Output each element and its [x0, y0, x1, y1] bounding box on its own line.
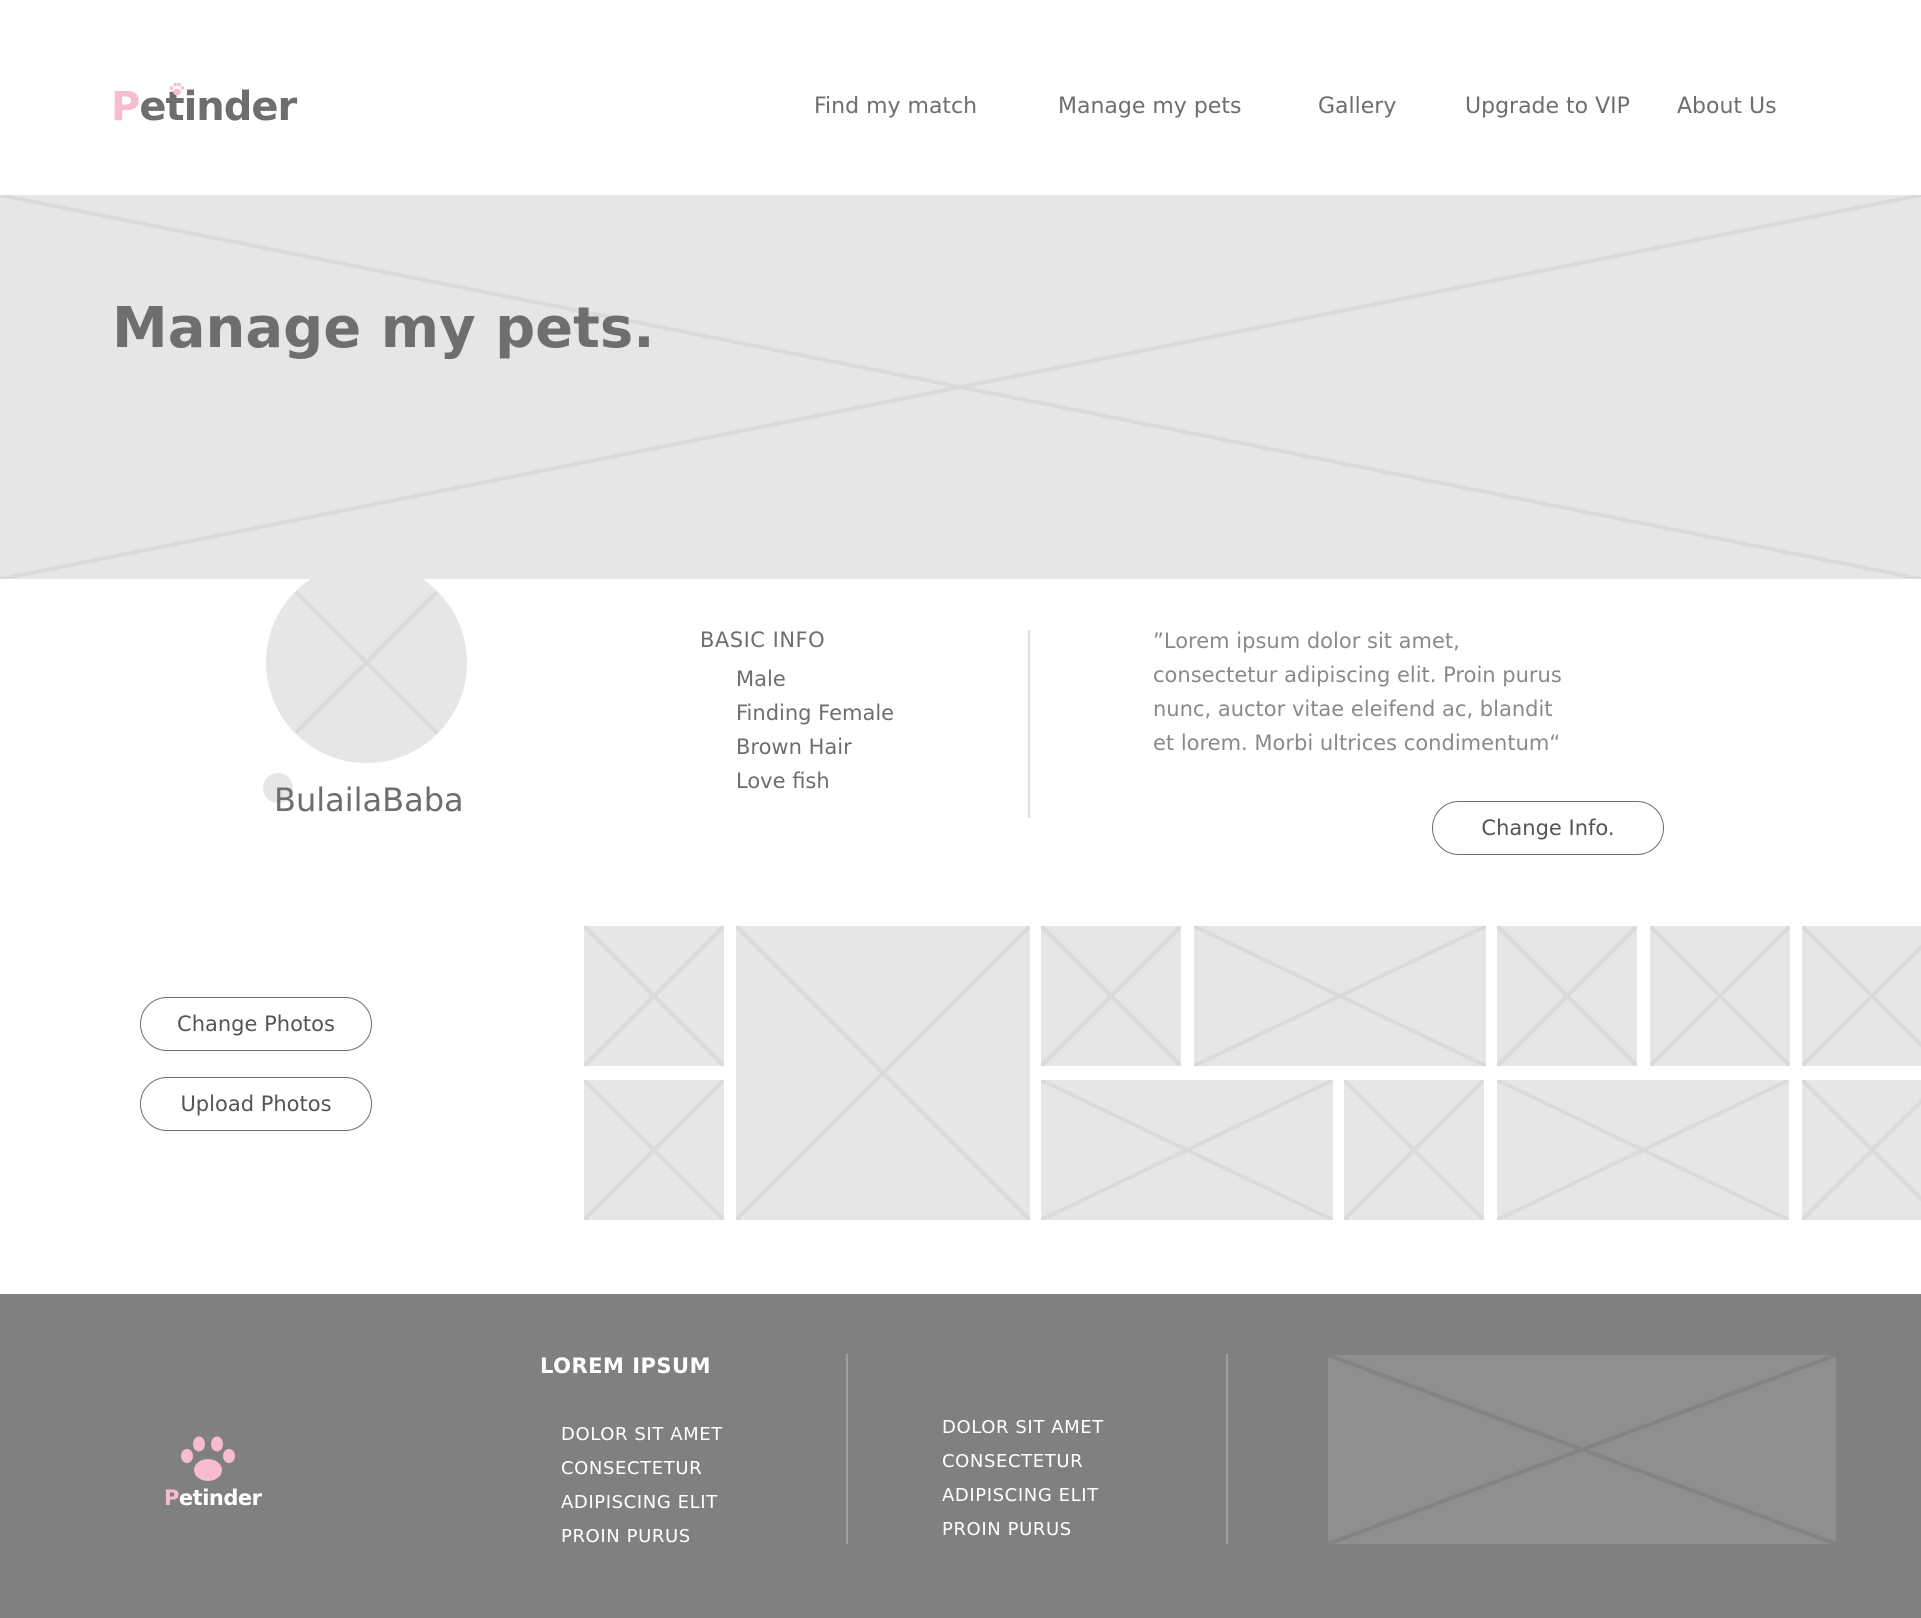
pet-name: BulailaBaba: [274, 781, 464, 819]
footer-logo-wordmark: Petinder: [164, 1486, 262, 1510]
hero-banner-image: [0, 195, 1921, 579]
basic-info-list: Male Finding Female Brown Hair Love fish: [736, 662, 894, 798]
footer-link[interactable]: ADIPISCING ELIT: [942, 1479, 1104, 1513]
footer-divider: [846, 1354, 848, 1544]
nav-about-us[interactable]: About Us: [1677, 94, 1777, 119]
gallery-photo[interactable]: [1041, 926, 1181, 1066]
footer-link[interactable]: CONSECTETUR: [561, 1452, 723, 1486]
logo-wordmark: etinder: [139, 84, 297, 130]
basic-info-heading: BASIC INFO: [700, 628, 826, 652]
gallery-photo-partial[interactable]: [1802, 1080, 1921, 1220]
profile-divider: [1028, 630, 1030, 818]
logo-letter-p: P: [111, 84, 140, 130]
basic-info-item: Love fish: [736, 769, 830, 793]
footer-link[interactable]: DOLOR SIT AMET: [942, 1411, 1104, 1445]
footer-logo[interactable]: Petinder: [164, 1436, 262, 1512]
footer-logo-letter-p: P: [164, 1486, 179, 1510]
footer-divider: [1226, 1354, 1228, 1544]
footer-link[interactable]: ADIPISCING ELIT: [561, 1486, 723, 1520]
basic-info-item: Finding Female: [736, 701, 895, 725]
gallery-photo-wide[interactable]: [1041, 1080, 1333, 1220]
footer-links-column-2: DOLOR SIT AMET CONSECTETUR ADIPISCING EL…: [942, 1411, 1104, 1547]
nav-manage-my-pets[interactable]: Manage my pets: [1058, 94, 1241, 119]
gallery-photo[interactable]: [584, 926, 724, 1066]
gallery-photo-wide[interactable]: [1497, 1080, 1789, 1220]
footer-logo-rest: etinder: [178, 1486, 262, 1510]
footer-link[interactable]: DOLOR SIT AMET: [561, 1418, 723, 1452]
paw-icon: [169, 82, 185, 96]
petinder-logo[interactable]: Petinder: [111, 78, 297, 130]
basic-info-item: Brown Hair: [736, 735, 852, 759]
gallery-photo[interactable]: [1650, 926, 1790, 1066]
gallery-photo-partial[interactable]: [1802, 926, 1921, 1066]
footer-link[interactable]: PROIN PURUS: [942, 1513, 1104, 1547]
gallery-photo[interactable]: [1497, 926, 1637, 1066]
footer-links-column-1: DOLOR SIT AMET CONSECTETUR ADIPISCING EL…: [561, 1418, 723, 1554]
footer-link[interactable]: CONSECTETUR: [942, 1445, 1104, 1479]
change-photos-button[interactable]: Change Photos: [140, 997, 372, 1051]
footer-link[interactable]: PROIN PURUS: [561, 1520, 723, 1554]
pet-bio-quote: ”Lorem ipsum dolor sit amet, consectetur…: [1153, 629, 1562, 755]
change-info-button[interactable]: Change Info.: [1432, 801, 1664, 855]
basic-info-item: Male: [736, 667, 786, 691]
footer-map-image: [1328, 1355, 1836, 1544]
gallery-photo-large[interactable]: [736, 926, 1030, 1220]
gallery-photo-wide[interactable]: [1194, 926, 1486, 1066]
upload-photos-button[interactable]: Upload Photos: [140, 1077, 372, 1131]
gallery-photo[interactable]: [584, 1080, 724, 1220]
footer-heading: LOREM IPSUM: [540, 1354, 711, 1378]
pet-avatar[interactable]: [266, 562, 467, 763]
nav-gallery[interactable]: Gallery: [1318, 94, 1396, 119]
paw-icon: [181, 1436, 235, 1481]
nav-upgrade-to-vip[interactable]: Upgrade to VIP: [1465, 94, 1630, 119]
nav-find-my-match[interactable]: Find my match: [814, 94, 977, 119]
page-title: Manage my pets.: [112, 296, 655, 361]
gallery-photo[interactable]: [1344, 1080, 1484, 1220]
